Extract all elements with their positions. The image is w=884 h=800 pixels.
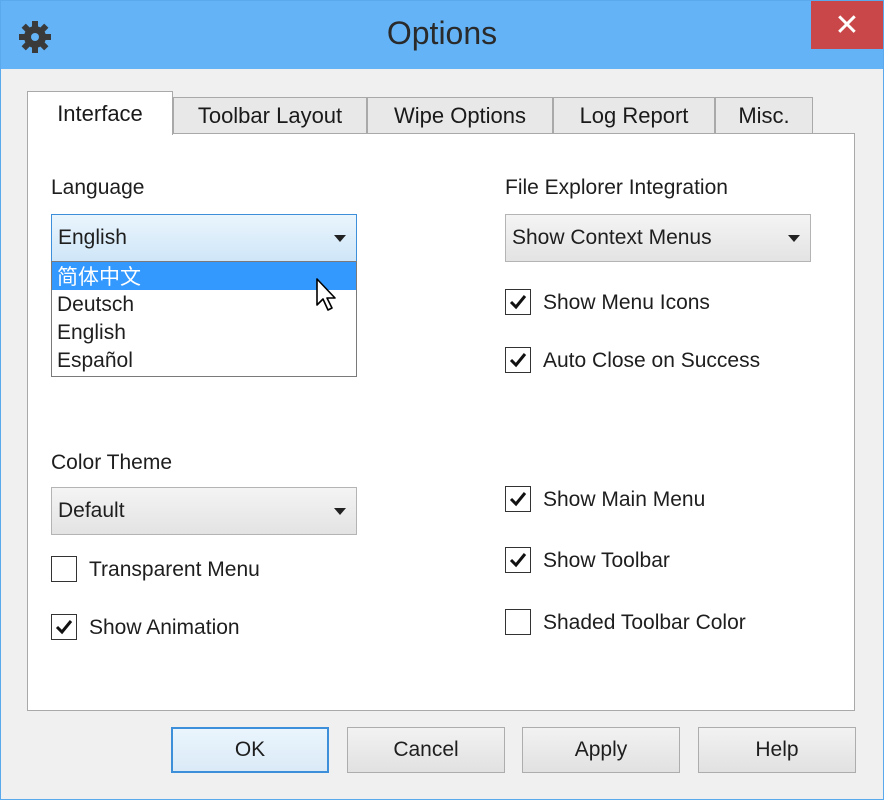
show-animation-checkbox[interactable]	[51, 614, 77, 640]
checkmark-icon	[509, 553, 527, 568]
options-window: Options ✕ Interface Toolbar Layout Wipe …	[0, 0, 884, 800]
language-option[interactable]: Deutsch	[52, 291, 356, 319]
window-title: Options	[386, 15, 498, 51]
transparent-menu-checkbox[interactable]	[51, 556, 77, 582]
auto-close-checkbox[interactable]	[505, 347, 531, 373]
tab-log-report[interactable]: Log Report	[553, 97, 715, 133]
show-menu-icons-label: Show Menu Icons	[543, 291, 710, 314]
checkmark-icon	[509, 295, 527, 310]
file-explorer-select-value: Show Context Menus	[512, 226, 712, 249]
color-theme-select-value: Default	[58, 499, 125, 522]
file-explorer-select[interactable]: Show Context Menus	[505, 214, 811, 262]
language-select[interactable]: English	[51, 214, 357, 262]
show-toolbar-checkbox[interactable]	[505, 547, 531, 573]
language-dropdown-list: 简体中文 Deutsch English Español	[51, 261, 357, 377]
shaded-toolbar-color-label: Shaded Toolbar Color	[543, 611, 746, 634]
file-explorer-label: File Explorer Integration	[505, 176, 728, 199]
show-menu-icons-checkbox[interactable]	[505, 289, 531, 315]
chevron-down-icon	[334, 235, 346, 242]
title-bar: Options ✕	[1, 1, 883, 69]
show-animation-label: Show Animation	[89, 616, 240, 639]
language-select-value: English	[58, 226, 127, 249]
show-main-menu-checkbox[interactable]	[505, 486, 531, 512]
chevron-down-icon	[788, 235, 800, 242]
color-theme-label: Color Theme	[51, 451, 172, 474]
shaded-toolbar-color-checkbox[interactable]	[505, 609, 531, 635]
chevron-down-icon	[334, 508, 346, 515]
auto-close-label: Auto Close on Success	[543, 349, 761, 372]
language-label: Language	[51, 176, 145, 199]
apply-button[interactable]: Apply	[522, 727, 680, 773]
color-theme-select[interactable]: Default	[51, 487, 357, 535]
show-main-menu-label: Show Main Menu	[543, 488, 706, 511]
tab-toolbar-layout[interactable]: Toolbar Layout	[173, 97, 367, 133]
ok-button[interactable]: OK	[171, 727, 329, 773]
language-option[interactable]: English	[52, 319, 356, 347]
language-option[interactable]: 简体中文	[52, 262, 356, 290]
checkmark-icon	[55, 620, 73, 635]
checkmark-icon	[509, 353, 527, 368]
mouse-pointer-icon	[316, 278, 336, 311]
tab-interface[interactable]: Interface	[27, 91, 173, 135]
close-button[interactable]: ✕	[811, 1, 883, 49]
tab-wipe-options[interactable]: Wipe Options	[367, 97, 553, 133]
help-button[interactable]: Help	[698, 727, 856, 773]
close-icon: ✕	[834, 8, 860, 42]
cancel-button[interactable]: Cancel	[347, 727, 505, 773]
tab-misc[interactable]: Misc.	[715, 97, 813, 133]
checkmark-icon	[509, 492, 527, 507]
show-toolbar-label: Show Toolbar	[543, 549, 670, 572]
transparent-menu-label: Transparent Menu	[89, 558, 260, 581]
language-option[interactable]: Español	[52, 347, 356, 375]
